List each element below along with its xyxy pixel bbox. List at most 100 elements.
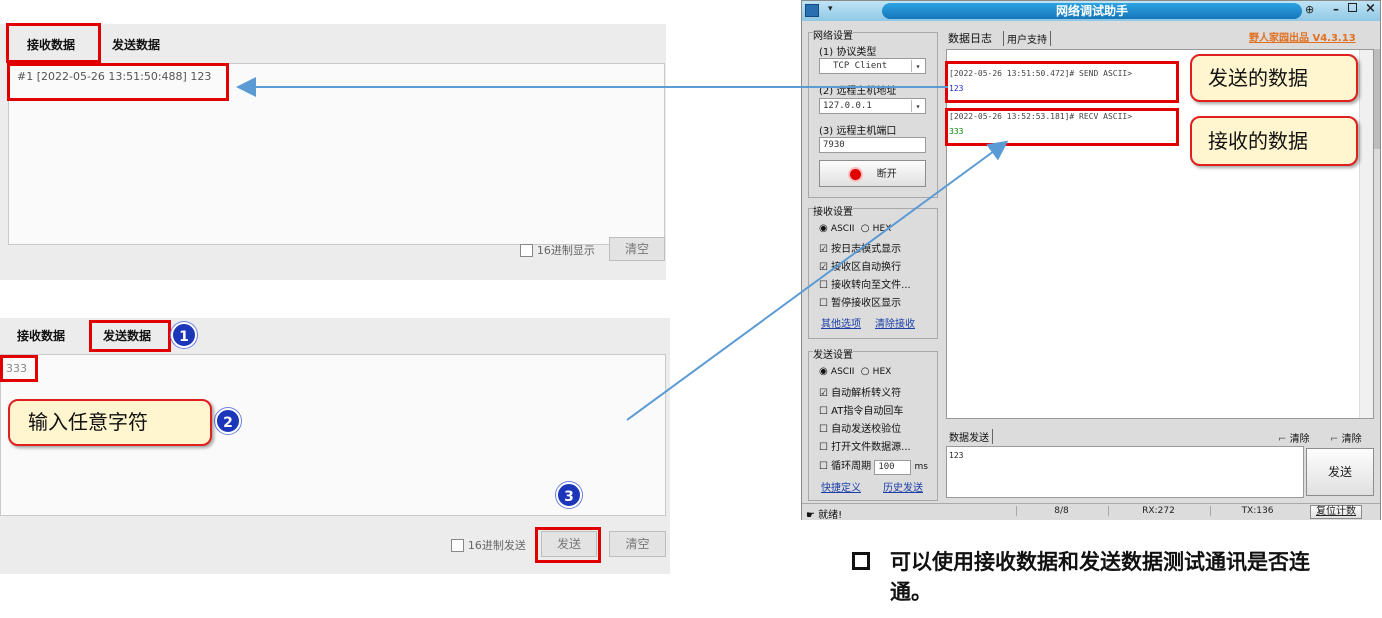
brand-label[interactable]: 野人家园出品 V4.3.13 <box>1249 29 1356 44</box>
recv-option-auto-wrap[interactable]: ☑ 接收区自动换行 <box>819 258 901 273</box>
radio-ascii-label: ASCII <box>830 224 855 234</box>
radio-hex-label: HEX <box>872 367 892 377</box>
status-rx: RX:272 <box>1108 506 1208 516</box>
callout-input-any-char: 输入任意字符 <box>8 399 212 446</box>
window-title: 网络调试助手 <box>882 3 1302 19</box>
checkbox-unchecked[interactable]: ☐ <box>819 461 828 472</box>
radio-ascii-selected[interactable]: ◉ <box>819 366 828 377</box>
send-option-file-source[interactable]: ☐ 打开文件数据源... <box>819 438 911 453</box>
pin-icon[interactable]: ⊕ <box>1305 3 1314 16</box>
radio-hex[interactable]: ○ <box>861 223 870 234</box>
checkbox-checked[interactable]: ☑ <box>819 262 828 273</box>
link-more-options[interactable]: 其他选项 <box>821 315 861 330</box>
hex-display-option[interactable]: 16进制显示 <box>520 242 595 258</box>
checkbox-unchecked[interactable]: ☐ <box>819 424 828 435</box>
link-clear-receive[interactable]: 清除接收 <box>875 315 915 330</box>
highlight-received-line <box>7 63 229 101</box>
clear-send-area-2[interactable]: ⌐ 清除 <box>1330 430 1362 445</box>
checkbox-unchecked[interactable]: ☐ <box>819 298 828 309</box>
checkbox-unchecked[interactable]: ☐ <box>819 406 828 417</box>
hex-display-checkbox[interactable] <box>520 244 533 257</box>
record-icon <box>848 166 864 182</box>
clear-send-area-2-label: 清除 <box>1341 434 1362 445</box>
window-send-button[interactable]: 发送 <box>1306 448 1374 496</box>
host-select[interactable]: 127.0.0.1 ▾ <box>819 98 926 114</box>
send-option-checksum[interactable]: ☐ 自动发送校验位 <box>819 420 901 435</box>
reset-counter-button[interactable]: 复位计数 <box>1310 505 1362 519</box>
hex-send-option[interactable]: 16进制发送 <box>451 537 526 553</box>
highlight-send-button <box>535 527 601 563</box>
hex-send-label: 16进制发送 <box>467 539 526 552</box>
data-log-area[interactable]: [2022-05-26 13:51:50.472]# SEND ASCII> 1… <box>946 49 1374 419</box>
host-label: (2) 远程主机地址 <box>819 86 897 97</box>
recv-option-label: 接收区自动换行 <box>831 262 902 273</box>
receive-settings-title: 接收设置 <box>813 203 853 218</box>
recv-option-label: 按日志模式显示 <box>831 244 902 255</box>
log-scrollbar[interactable] <box>1359 50 1373 418</box>
recv-option-label: 暂停接收区显示 <box>831 298 902 309</box>
close-icon[interactable]: × <box>1365 1 1376 16</box>
app-menu-icon[interactable] <box>805 4 819 17</box>
tab-send-data[interactable]: 发送数据 <box>112 36 160 53</box>
send-data-area[interactable]: 123 <box>946 446 1304 498</box>
eraser-icon: ⌐ <box>1278 434 1287 445</box>
highlight-recv-log <box>945 108 1179 146</box>
send-settings-group: 发送设置 ◉ ASCII ○ HEX ☑ 自动解析转义符 ☐ AT指令自动回车 … <box>808 346 938 501</box>
send-format-radios[interactable]: ◉ ASCII ○ HEX <box>819 366 891 377</box>
eraser-icon: ⌐ <box>1330 434 1339 445</box>
maximize-icon[interactable] <box>1348 3 1357 12</box>
recv-option-to-file[interactable]: ☐ 接收转向至文件... <box>819 276 911 291</box>
minimize-icon[interactable]: – <box>1333 2 1339 16</box>
send-option-escape[interactable]: ☑ 自动解析转义符 <box>819 384 901 399</box>
status-ready-label: 就绪! <box>818 510 843 521</box>
receive-format-radios[interactable]: ◉ ASCII ○ HEX <box>819 223 891 234</box>
disconnect-button[interactable]: 断开 <box>819 160 926 187</box>
disconnect-label: 断开 <box>876 169 897 180</box>
note-text: 可以使用接收数据和发送数据测试通讯是否连通。 <box>890 550 1310 604</box>
recv-option-pause[interactable]: ☐ 暂停接收区显示 <box>819 294 901 309</box>
chevron-down-icon[interactable]: ▾ <box>828 4 833 14</box>
highlight-tab-receive <box>6 23 101 63</box>
chevron-down-icon[interactable]: ▾ <box>911 60 924 72</box>
send-option-at-cr[interactable]: ☐ AT指令自动回车 <box>819 402 903 417</box>
radio-ascii-selected[interactable]: ◉ <box>819 223 828 234</box>
link-shortcut-define[interactable]: 快捷定义 <box>821 479 861 494</box>
note-bullet <box>852 552 870 570</box>
highlight-input <box>0 355 38 382</box>
send-option-label: 自动发送校验位 <box>831 424 902 435</box>
send-option-loop[interactable]: ☐ 循环周期 100 ms <box>819 457 928 475</box>
link-history-send[interactable]: 历史发送 <box>883 479 923 494</box>
recv-option-label: 接收转向至文件... <box>831 280 911 291</box>
window-right-scrollbar[interactable] <box>1374 49 1380 149</box>
hex-send-checkbox[interactable] <box>451 539 464 552</box>
step-1-badge: 1 <box>171 322 197 348</box>
chevron-down-icon[interactable]: ▾ <box>911 100 924 112</box>
radio-ascii-label: ASCII <box>830 367 855 377</box>
tab-data-log[interactable]: 数据日志 <box>948 30 992 46</box>
checkbox-unchecked[interactable]: ☐ <box>819 442 828 453</box>
tab-user-support[interactable]: 用户支持 <box>1003 31 1051 46</box>
window-titlebar: ▾ 网络调试助手 ⊕ – × <box>802 1 1380 21</box>
port-input[interactable]: 7930 <box>819 137 926 153</box>
clear-send-area-1[interactable]: ⌐ 清除 <box>1278 430 1310 445</box>
protocol-select[interactable]: TCP Client ▾ <box>819 58 926 74</box>
clear-receive-button[interactable]: 清空 <box>609 237 665 261</box>
tab-receive-data-2[interactable]: 接收数据 <box>17 327 65 344</box>
clear-send-button[interactable]: 清空 <box>609 531 666 557</box>
hand-icon: ☛ <box>806 510 815 521</box>
loop-period-input[interactable]: 100 <box>874 460 912 475</box>
hex-display-label: 16进制显示 <box>536 244 595 257</box>
status-bar: ☛ 就绪! 8/8 RX:272 TX:136 复位计数 <box>802 503 1380 521</box>
step-2-badge: 2 <box>215 408 241 434</box>
port-label: (3) 远程主机端口 <box>819 126 897 137</box>
checkbox-unchecked[interactable]: ☐ <box>819 280 828 291</box>
recv-option-log-mode[interactable]: ☑ 按日志模式显示 <box>819 240 901 255</box>
radio-hex-label: HEX <box>872 224 892 234</box>
send-option-label: 打开文件数据源... <box>831 442 911 453</box>
checkbox-checked[interactable]: ☑ <box>819 388 828 399</box>
checkbox-checked[interactable]: ☑ <box>819 244 828 255</box>
send-settings-title: 发送设置 <box>813 346 853 361</box>
radio-hex[interactable]: ○ <box>861 366 870 377</box>
status-ready: ☛ 就绪! <box>806 506 842 521</box>
highlight-tab-send <box>89 320 171 352</box>
